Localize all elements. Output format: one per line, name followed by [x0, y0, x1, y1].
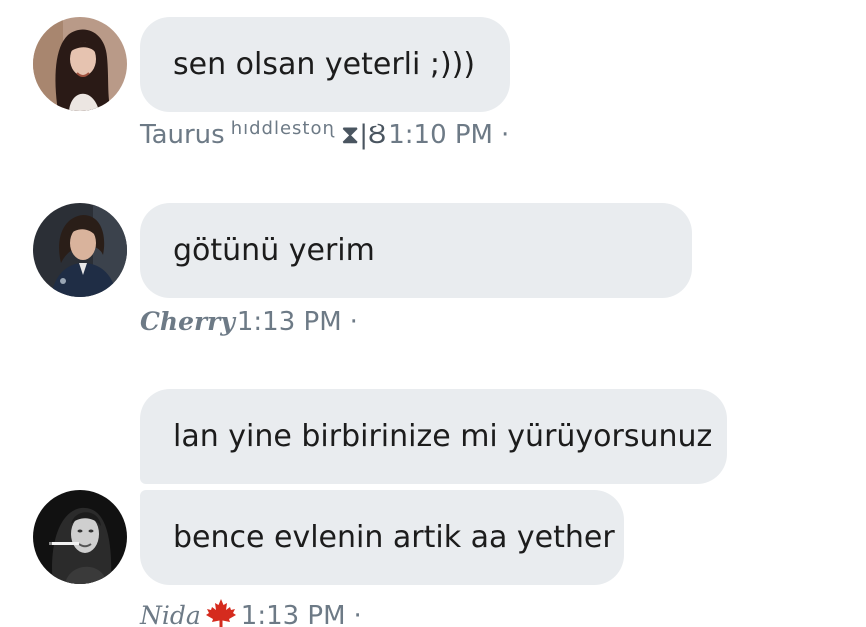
message-time: 1:13 PM: [236, 307, 342, 337]
avatar-cherry[interactable]: [33, 203, 127, 297]
message-text: sen olsan yeterli ;))): [173, 47, 476, 82]
sender-name[interactable]: Nida: [140, 601, 201, 627]
message-meta: Taurus hıddlestoɳ ⧗|Ȣ 1:10 PM ·: [140, 118, 510, 151]
sender-name[interactable]: Taurus: [140, 120, 225, 150]
message-text: bence evlenin artik aa yether: [173, 520, 615, 555]
meta-separator: ·: [500, 120, 510, 150]
sender-name-suffix: hıddlestoɳ: [230, 118, 336, 139]
message-time: 1:10 PM: [388, 120, 493, 150]
meta-separator: ·: [353, 601, 362, 627]
message-bubble[interactable]: lan yine birbirinize mi yürüyorsunuz: [140, 389, 727, 484]
message-time: 1:13 PM: [240, 601, 346, 627]
message-meta: Nida 1:13 PM ·: [140, 594, 362, 627]
avatar-taurus[interactable]: [33, 17, 127, 111]
message-meta: Cherry 1:13 PM ·: [140, 307, 358, 337]
avatar-nida[interactable]: [33, 490, 127, 584]
maple-leaf-icon: [205, 598, 237, 627]
chat-thread: sen olsan yeterli ;))) Taurus hıddlestoɳ…: [0, 0, 866, 627]
message-text: lan yine birbirinize mi yürüyorsunuz: [173, 419, 713, 454]
message-bubble[interactable]: sen olsan yeterli ;))): [140, 17, 510, 112]
message-bubble[interactable]: bence evlenin artik aa yether: [140, 490, 624, 585]
sender-name[interactable]: Cherry: [140, 307, 235, 336]
message-text: götünü yerim: [173, 233, 375, 268]
meta-separator: ·: [349, 307, 358, 337]
message-bubble[interactable]: götünü yerim: [140, 203, 692, 298]
sender-name-glyphs: ⧗|Ȣ: [341, 120, 387, 150]
